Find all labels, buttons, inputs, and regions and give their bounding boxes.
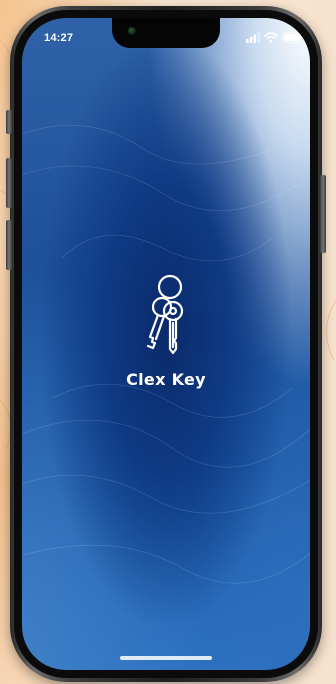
- status-icons: [246, 32, 304, 44]
- volume-up-button: [6, 158, 12, 208]
- front-camera-icon: [128, 27, 136, 35]
- signal-icon: [246, 32, 260, 43]
- home-indicator[interactable]: [120, 656, 212, 660]
- status-time: 14:27: [44, 32, 74, 44]
- wifi-icon: [264, 32, 278, 43]
- volume-down-button: [6, 220, 12, 270]
- camera-notch: [112, 18, 220, 48]
- silent-switch: [6, 110, 12, 134]
- battery-icon: [282, 32, 304, 43]
- app-screen: 14:27 Clex Key: [22, 18, 310, 670]
- keys-icon: [146, 274, 184, 355]
- app-name: Clex Key: [126, 370, 206, 389]
- power-button: [320, 175, 326, 253]
